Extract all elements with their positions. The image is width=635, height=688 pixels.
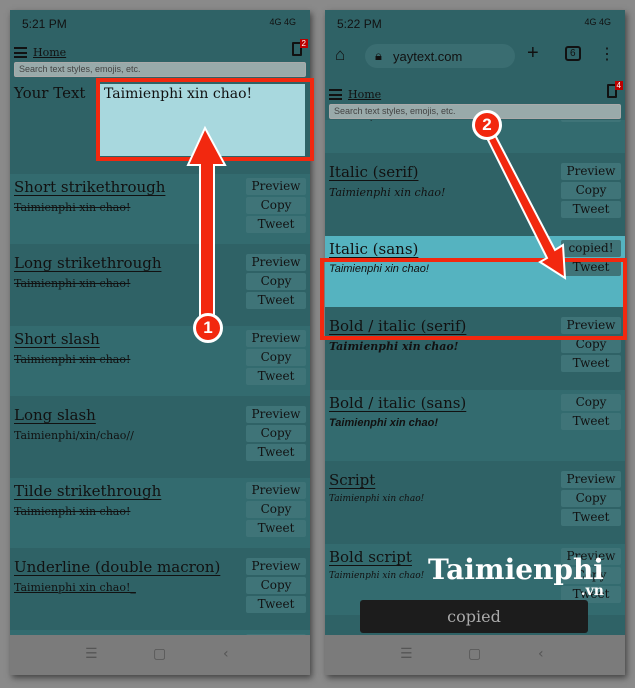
arrow-2 [486, 133, 567, 280]
arrow-1 [186, 125, 227, 321]
taimienphi-watermark: Taimienphi .vn [428, 553, 604, 599]
copied-toast: copied [360, 600, 588, 633]
step-1-marker: 1 [193, 313, 223, 343]
step-2-marker: 2 [472, 110, 502, 140]
